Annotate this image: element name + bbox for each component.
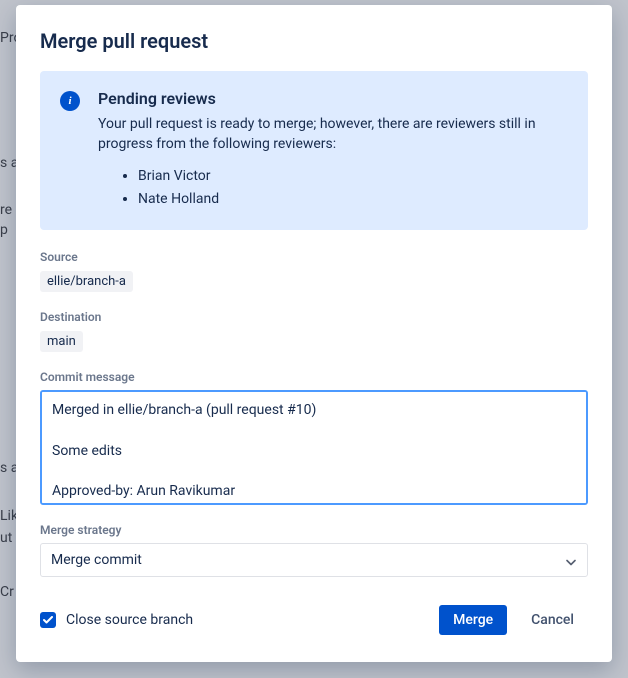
close-source-branch-row[interactable]: Close source branch bbox=[40, 612, 193, 628]
merge-pr-modal: Merge pull request i Pending reviews You… bbox=[16, 5, 612, 662]
close-branch-checkbox[interactable] bbox=[40, 612, 56, 628]
pending-reviews-info: i Pending reviews Your pull request is r… bbox=[40, 71, 588, 230]
commit-message-input[interactable] bbox=[40, 390, 588, 505]
info-description: Your pull request is ready to merge; how… bbox=[98, 114, 570, 155]
cancel-button[interactable]: Cancel bbox=[517, 605, 588, 635]
reviewer-item: Brian Victor bbox=[138, 165, 570, 189]
close-branch-label: Close source branch bbox=[66, 612, 193, 628]
commit-message-label: Commit message bbox=[40, 370, 588, 384]
info-icon: i bbox=[60, 91, 80, 111]
merge-strategy-select[interactable]: Merge commit bbox=[40, 543, 588, 577]
reviewer-list: Brian Victor Nate Holland bbox=[98, 165, 570, 213]
merge-strategy-label: Merge strategy bbox=[40, 523, 588, 537]
source-label: Source bbox=[40, 250, 588, 264]
info-title: Pending reviews bbox=[98, 89, 570, 108]
destination-branch: main bbox=[40, 331, 83, 352]
modal-title: Merge pull request bbox=[40, 29, 588, 53]
reviewer-item: Nate Holland bbox=[138, 188, 570, 212]
destination-label: Destination bbox=[40, 310, 588, 324]
merge-button[interactable]: Merge bbox=[439, 605, 507, 635]
source-branch: ellie/branch-a bbox=[40, 271, 133, 292]
